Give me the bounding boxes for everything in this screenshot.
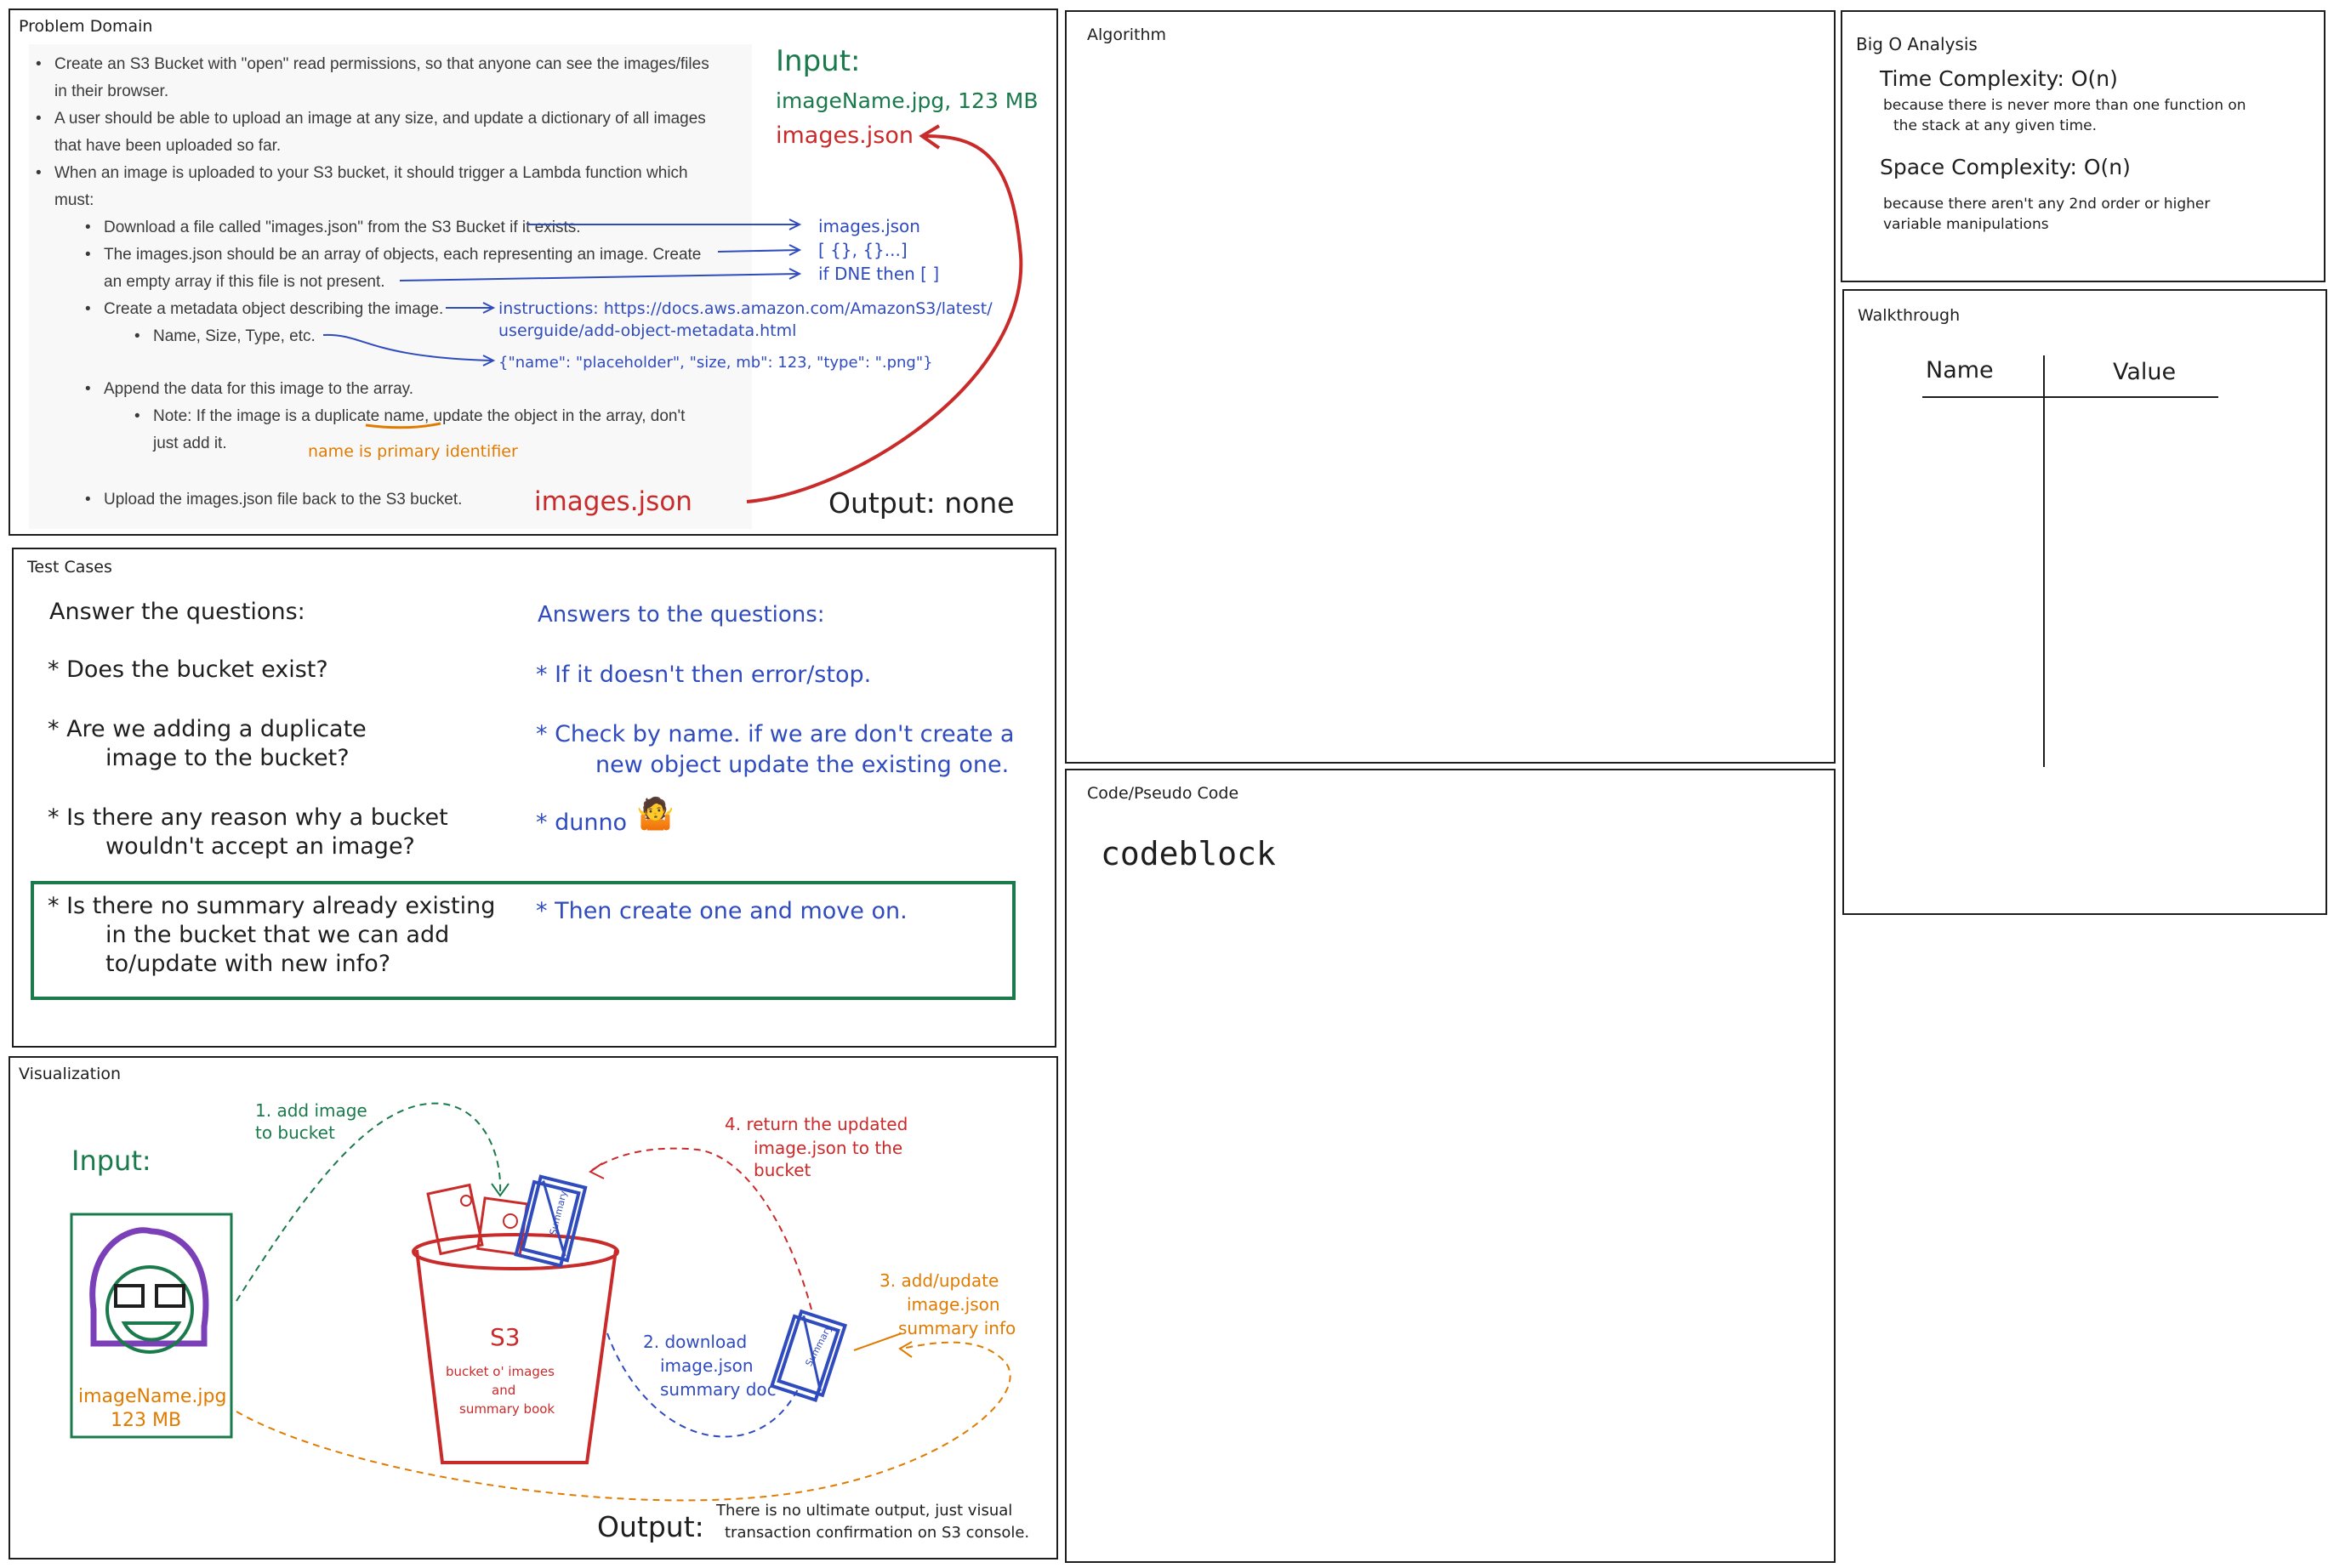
viz-step-2: 2. download (643, 1332, 748, 1352)
viz-step-3-cont: image.json (907, 1294, 1000, 1315)
bucket-sub: and (492, 1383, 516, 1398)
bucket-sub: bucket o' images (446, 1364, 555, 1379)
person-drawing-icon (89, 1227, 209, 1354)
bucket-sub: summary book (459, 1401, 555, 1417)
viz-output-note: transaction confirmation on S3 console. (725, 1524, 1030, 1542)
viz-step-4-cont: image.json to the (754, 1138, 903, 1158)
bucket-title: S3 (490, 1323, 521, 1351)
viz-step-3-cont: summary info (898, 1318, 1016, 1338)
viz-output-note: There is no ultimate output, just visual (716, 1502, 1013, 1520)
viz-input-label: Input: (71, 1145, 151, 1177)
viz-image-name: imageName.jpg (78, 1386, 227, 1407)
viz-image-size: 123 MB (111, 1410, 182, 1431)
viz-step-2-cont: image.json (660, 1355, 754, 1376)
viz-step-2-cont: summary doc (660, 1379, 777, 1400)
viz-step-4: 4. return the updated (725, 1114, 908, 1134)
viz-step-1: 1. add image (255, 1100, 367, 1121)
viz-step-3: 3. add/update (880, 1270, 999, 1291)
visualization-drawing (70, 124, 1023, 1502)
viz-step-1-cont: to bucket (255, 1122, 335, 1143)
viz-step-4-cont: bucket (754, 1160, 811, 1180)
viz-output-label: Output: (597, 1510, 704, 1543)
